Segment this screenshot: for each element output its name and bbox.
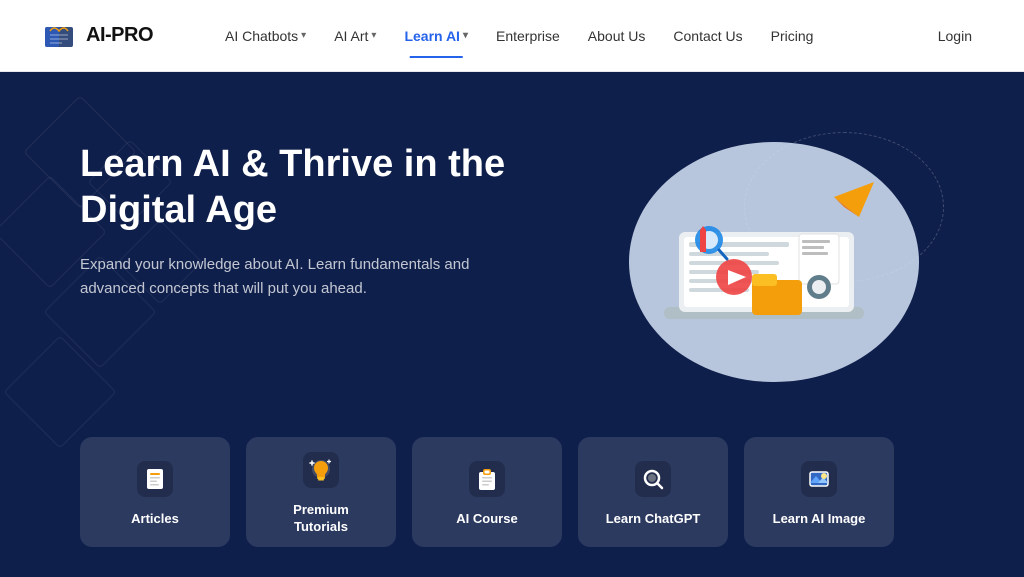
hero-text: Learn AI & Thrive in theDigital Age Expa… [80,122,505,301]
logo-text: AI-PRO [86,24,153,47]
hero-illustration [604,122,944,402]
hero-title: Learn AI & Thrive in theDigital Age [80,142,505,233]
card-learn-ai-image-label: Learn AI Image [773,511,866,528]
nav-item-ai-art[interactable]: AI Art ▾ [322,22,388,50]
nav-item-login[interactable]: Login [926,22,984,50]
nav: AI Chatbots ▾ AI Art ▾ Learn AI ▾ Enterp… [213,22,984,50]
card-premium-tutorials[interactable]: PremiumTutorials [246,437,396,547]
logo[interactable]: AI-PRO [40,17,153,55]
card-learn-chatgpt-label: Learn ChatGPT [606,511,701,528]
nav-item-ai-chatbots[interactable]: AI Chatbots ▾ [213,22,318,50]
nav-item-learn-ai[interactable]: Learn AI ▾ [392,22,480,50]
header: AI-PRO AI Chatbots ▾ AI Art ▾ Learn AI ▾… [0,0,1024,72]
card-learn-chatgpt[interactable]: Learn ChatGPT [578,437,728,547]
nav-item-about-us[interactable]: About Us [576,22,658,50]
nav-item-pricing[interactable]: Pricing [759,22,826,50]
card-articles-label: Articles [131,511,179,528]
card-articles[interactable]: Articles [80,437,230,547]
card-premium-tutorials-label: PremiumTutorials [293,502,349,536]
card-learn-ai-image[interactable]: Learn AI Image [744,437,894,547]
premium-tutorials-icon [299,448,343,492]
learn-ai-image-icon [797,457,841,501]
card-ai-course-label: AI Course [456,511,517,528]
card-ai-course[interactable]: AI Course [412,437,562,547]
hero-section: Learn AI & Thrive in theDigital Age Expa… [0,72,1024,577]
learn-chatgpt-icon [631,457,675,501]
chevron-down-icon: ▾ [371,30,376,41]
hero-cards: Articles PremiumTutorials [0,437,1024,577]
articles-icon [133,457,177,501]
chevron-down-icon: ▾ [301,30,306,41]
hero-subtitle: Expand your knowledge about AI. Learn fu… [80,253,500,301]
logo-icon [40,17,78,55]
nav-item-contact-us[interactable]: Contact Us [661,22,754,50]
hero-content: Learn AI & Thrive in theDigital Age Expa… [0,72,1024,437]
ai-course-icon [465,457,509,501]
nav-item-enterprise[interactable]: Enterprise [484,22,572,50]
chevron-down-icon: ▾ [463,30,468,41]
